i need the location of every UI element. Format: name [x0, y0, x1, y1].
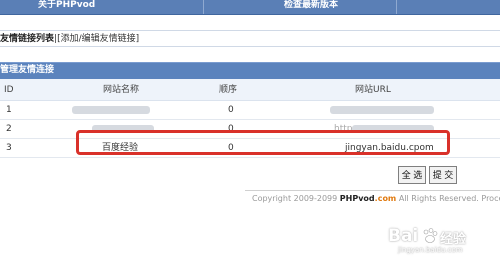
breadcrumb: 友情链接列表|[添加/编辑友情链接]: [0, 34, 139, 45]
brand-name: PHPvod: [339, 194, 375, 203]
row-order: 0: [228, 105, 234, 115]
blurred-site-url: [330, 106, 434, 114]
watermark-url: jingyan.baidu.com: [398, 246, 463, 254]
add-edit-link-button[interactable]: [添加/编辑友情链接]: [57, 34, 139, 44]
brand-suffix: .com: [374, 194, 397, 203]
top-bar-divider: [396, 0, 397, 14]
check-update-link[interactable]: 检查最新版本: [284, 0, 338, 14]
column-header-site-name: 网站名称: [103, 85, 140, 95]
copyright-prefix: Copyright 2009-2099: [252, 194, 338, 203]
top-bar-divider: [203, 0, 204, 14]
footer-divider: [245, 190, 500, 191]
highlight-box: [76, 130, 450, 155]
watermark-logo-suffix: 经验: [440, 232, 467, 247]
top-bar: 关于PHPvod 检查最新版本: [0, 0, 500, 15]
row-id: 3: [6, 143, 12, 153]
blurred-site-name: [72, 106, 150, 114]
table-header: ID 网站名称 顺序 网站URL: [0, 79, 500, 101]
subnav-row: 友情链接列表|[添加/编辑友情链接]: [0, 30, 500, 47]
copyright-text: Copyright 2009-2099 PHPvod.com All Right…: [252, 194, 500, 204]
column-header-id: ID: [4, 85, 14, 95]
watermark-logo: Bai: [388, 226, 419, 246]
panel-title: 管理友情连接: [0, 63, 500, 79]
rights-text: All Rights Reserved. Proce: [398, 194, 500, 203]
about-phpvod-link[interactable]: 关于PHPvod: [38, 0, 95, 14]
column-header-site-url: 网站URL: [355, 85, 391, 95]
submit-button[interactable]: 提 交: [429, 166, 457, 184]
paw-icon: [423, 228, 438, 243]
column-header-order: 顺序: [219, 85, 238, 95]
row-id: 1: [6, 105, 12, 115]
row-id: 2: [6, 124, 12, 134]
link-list-tab[interactable]: 友情链接列表: [0, 34, 54, 44]
select-all-button[interactable]: 全 选: [398, 166, 426, 184]
table-row[interactable]: 1 0: [0, 101, 500, 120]
